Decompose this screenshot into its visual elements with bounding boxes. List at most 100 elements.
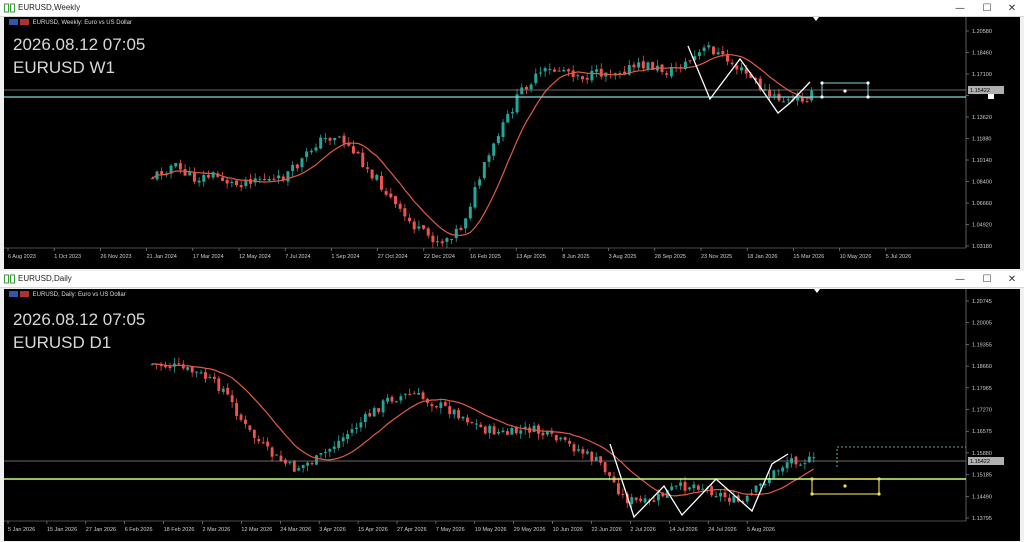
close-button[interactable]: ✕ [1000,0,1024,17]
candle-body [487,155,491,162]
time-tick-label: 10 Jun 2026 [553,527,583,533]
candle-body [386,397,389,402]
candle-body [665,73,669,75]
candle-body [291,164,295,171]
time-tick-label: 24 Jul 2026 [708,527,736,533]
overlay-datetime: 2026.08.12 07:05 [13,310,146,329]
time-tick-label: 16 Feb 2025 [470,254,501,260]
title-bar[interactable]: EURUSD,Daily — ☐ ✕ [0,271,1024,288]
minimize-button[interactable]: — [948,0,972,17]
candle-body [740,67,744,71]
zigzag-line [687,45,811,114]
price-chart-daily[interactable]: 1.20745 1.20005 1.19355 1.18660 1.17965 1.172… [4,289,1020,541]
candle-body [417,226,421,229]
price-tick-label: 1.16575 [972,429,992,435]
time-tick-label: 6 Aug 2023 [8,254,36,260]
candle-body [711,46,715,55]
price-tick-label: 1.14490 [972,494,992,500]
candle-body [585,451,589,454]
candle-body [263,178,267,181]
candle-body [768,89,772,97]
chart-canvas[interactable]: 1.20745 1.20005 1.19355 1.18660 1.17965 1.172… [4,289,1020,541]
candle-body [306,462,310,466]
candle-body [643,498,647,503]
candle-body [206,174,210,178]
price-chart-weekly[interactable]: 1.20580 1.18460 1.17100 1.13620 1.11880 1.101… [4,17,1020,269]
candle-body [212,376,216,379]
candle-body [195,371,199,373]
candle-body [323,138,327,140]
chart-canvas[interactable]: 1.20580 1.18460 1.17100 1.13620 1.11880 1.101… [4,17,1020,269]
candle-body [183,169,187,176]
candle-body [275,454,278,456]
candle-body [786,99,790,101]
moving-average-line [152,363,815,497]
candle-body [450,239,454,241]
title-bar[interactable]: EURUSD,Weekly — ☐ ✕ [0,0,1024,17]
candle-body [355,427,358,429]
price-tick-label: 1.20580 [972,29,992,35]
candle-body [257,439,261,442]
price-tick-label: 1.11880 [972,137,991,143]
candle-body [670,486,674,491]
candle-body [188,172,192,176]
minimize-button[interactable]: — [948,271,972,288]
chart-header-daily: EURUSD, Daily: Euro vs US Dollar [9,291,126,298]
candle-body [403,393,407,395]
close-button[interactable]: ✕ [1000,271,1024,288]
candle-body [226,387,230,395]
candle-body [725,55,729,62]
candle-body [716,52,720,55]
candle-body [422,225,426,229]
current-price-label: 1.15422 [970,88,990,94]
candle-body [393,196,397,205]
candle-body [538,72,542,74]
candle-body [333,138,337,141]
candle-body [520,87,524,95]
price-tick-label: 1.20005 [972,321,992,327]
candle-body [452,409,456,415]
time-tick-label: 7 May 2026 [436,527,465,533]
candle-body [301,464,305,468]
candle-body [781,467,785,472]
candle-body [478,179,482,186]
candle-body [702,47,706,52]
price-tick-label: 1.06660 [972,201,992,207]
candle-body [630,497,634,505]
candle-body [812,457,816,459]
time-tick-label: 15 Mar 2026 [793,254,824,260]
candle-body [803,463,807,465]
candle-body [288,462,292,464]
candle-body [641,61,645,69]
time-tick-label: 27 Apr 2026 [397,527,427,533]
candle-body [466,417,469,423]
candle-body [541,432,545,436]
candle-body [646,62,650,70]
time-tick-label: 27 Oct 2024 [378,254,408,260]
candle-body [230,181,234,183]
candle-body [634,497,638,500]
maximize-button[interactable]: ☐ [975,0,999,17]
candle-body [398,203,402,209]
candle-body [361,152,365,168]
candle-body [220,177,224,181]
candle-body [267,179,271,181]
candle-body [482,162,486,178]
candle-body [688,487,691,490]
price-tick-label: 1.17270 [972,408,992,414]
time-tick-label: 26 Nov 2023 [100,254,131,260]
candle-body [309,150,313,153]
candle-body [608,472,611,476]
candle-body [370,169,374,179]
candle-body [266,441,270,447]
time-tick-label: 15 Jan 2026 [47,527,77,533]
candle-body [235,180,239,186]
time-tick-label: 8 Jun 2025 [562,254,589,260]
candle-body [474,423,478,425]
candle-body [506,114,510,123]
candle-body [735,65,739,70]
candle-body [652,500,656,502]
price-tick-label: 1.03180 [972,244,992,250]
candle-body [408,393,412,395]
maximize-button[interactable]: ☐ [975,271,999,288]
